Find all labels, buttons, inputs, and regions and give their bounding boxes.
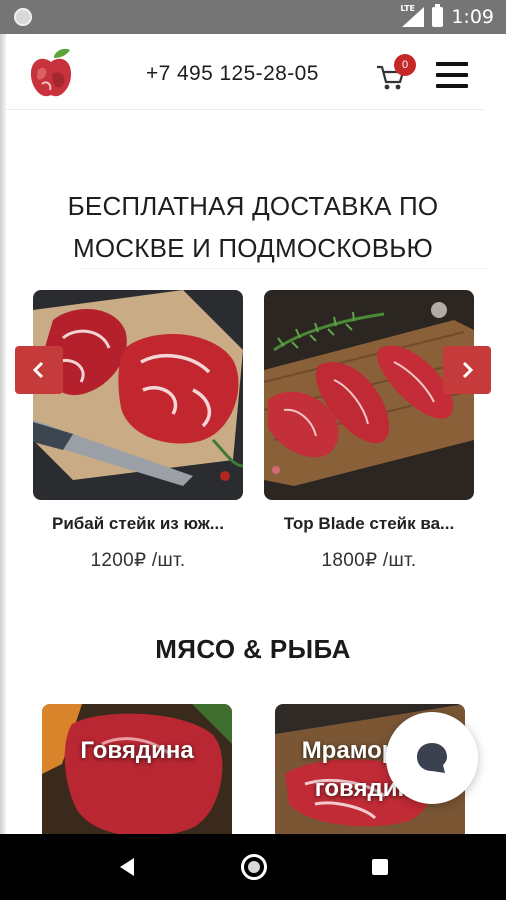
site-header: +7 495 125-28-05 0: [6, 34, 484, 110]
system-navigation-bar: [0, 834, 506, 900]
notification-dot-icon: [14, 8, 32, 26]
product-name[interactable]: Top Blade стейк ва...: [264, 514, 474, 534]
signal-icon: LTE: [400, 4, 425, 27]
delivery-banner-title: БЕСПЛАТНАЯ ДОСТАВКА ПО МОСКВЕ И ПОДМОСКО…: [67, 191, 439, 263]
apple-logo-icon[interactable]: [28, 46, 74, 100]
product-name[interactable]: Рибай стейк из юж...: [33, 514, 243, 534]
product-price: 1200₽ /шт.: [90, 550, 186, 571]
recent-apps-icon[interactable]: [372, 859, 388, 875]
product-card[interactable]: Рибай стейк из юж... 1200₽ /шт.: [33, 290, 243, 572]
chevron-left-icon: [32, 361, 44, 379]
product-card[interactable]: Top Blade стейк ва... 1800₽ /шт.: [264, 290, 474, 572]
category-section-title: МЯСО & РЫБА: [155, 634, 351, 664]
chat-bubble-icon: [417, 743, 447, 773]
product-image-top-blade[interactable]: [264, 290, 474, 500]
phone-number-link[interactable]: +7 495 125-28-05: [146, 62, 319, 86]
category-tile-beef[interactable]: Говядина: [42, 704, 232, 834]
drawer-edge: [0, 34, 6, 834]
product-price: 1800₽ /шт.: [321, 550, 417, 571]
chevron-right-icon: [462, 361, 474, 379]
clock: 1:09: [451, 6, 494, 28]
category-label[interactable]: Говядина: [42, 732, 232, 770]
battery-icon: [432, 4, 444, 27]
home-icon[interactable]: [241, 854, 267, 880]
back-icon[interactable]: [118, 856, 136, 878]
divider: [80, 268, 486, 269]
status-bar: LTE 1:09: [0, 0, 506, 34]
menu-icon[interactable]: [436, 62, 468, 90]
cart-count-badge: 0: [394, 54, 416, 76]
status-bar-right: LTE 1:09: [400, 0, 494, 34]
network-type: LTE: [400, 4, 416, 13]
chat-button[interactable]: [386, 712, 478, 804]
product-image-ribeye[interactable]: [33, 290, 243, 500]
carousel-prev-button[interactable]: [15, 346, 63, 394]
carousel-next-button[interactable]: [443, 346, 491, 394]
